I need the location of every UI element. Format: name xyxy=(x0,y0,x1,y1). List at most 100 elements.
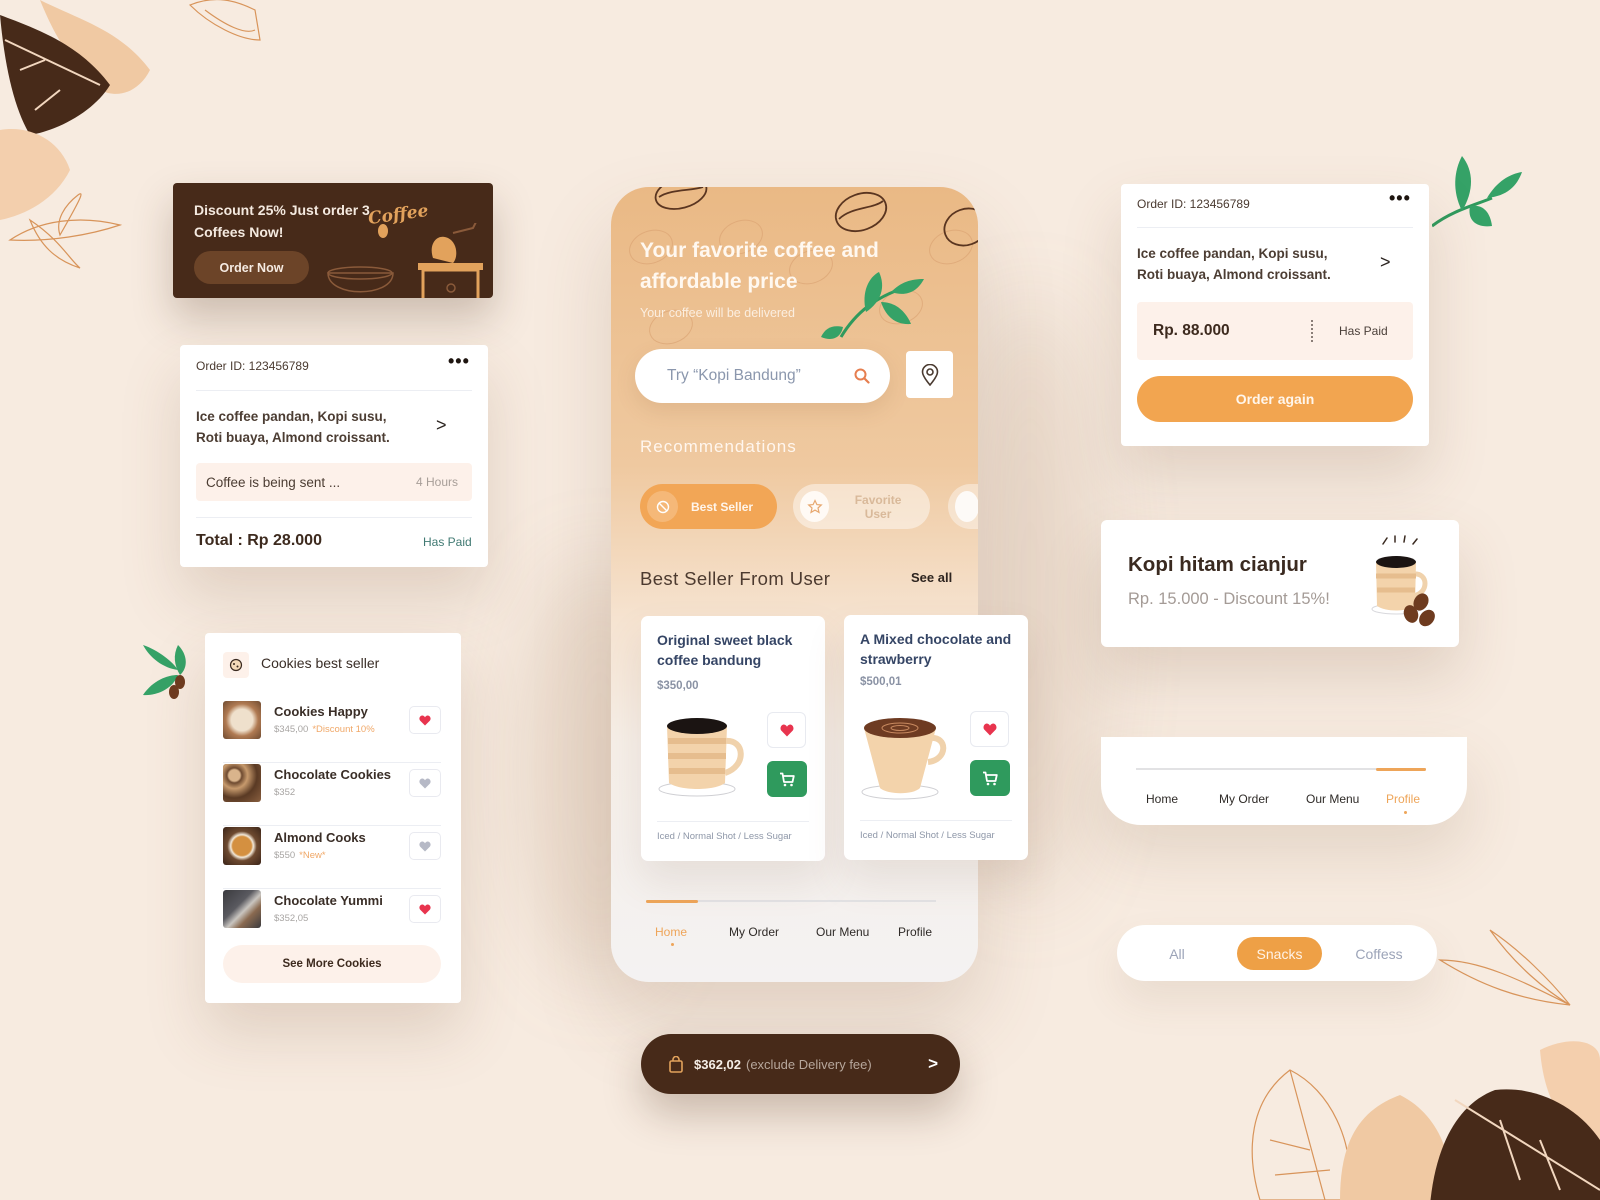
cookie-price: $345,00 *Discount 10% xyxy=(274,724,375,735)
divider xyxy=(196,390,472,391)
nav-progress-fill xyxy=(646,899,698,903)
cookie-list-item[interactable]: Almond Cooks $550 *New* xyxy=(223,827,441,889)
price-value: $352,05 xyxy=(274,913,309,924)
heart-icon xyxy=(419,778,431,788)
favorite-button[interactable] xyxy=(767,712,806,748)
search-icon[interactable] xyxy=(854,368,870,384)
segment-coffess[interactable]: Coffess xyxy=(1339,937,1419,970)
cookie-name: Cookies Happy xyxy=(274,704,368,719)
product-options: Iced / Normal Shot / Less Sugar xyxy=(657,831,792,842)
order-again-button[interactable]: Order again xyxy=(1137,376,1413,422)
nav-our-menu[interactable]: Our Menu xyxy=(816,925,869,939)
chevron-right-icon: > xyxy=(928,1054,938,1073)
more-dots-icon[interactable]: ••• xyxy=(1389,188,1411,209)
order-now-button[interactable]: Order Now xyxy=(194,251,309,284)
cookies-best-seller-card: Cookies best seller Cookies Happy $345,0… xyxy=(205,633,461,1003)
green-leaf-decoration xyxy=(1432,156,1522,228)
green-leaf-coffee-decoration xyxy=(143,645,186,699)
add-to-cart-button[interactable] xyxy=(767,761,807,797)
promo-banner: Discount 25% Just order 3 Coffees Now! O… xyxy=(173,183,493,298)
cookie-list-item[interactable]: Chocolate Cookies $352 xyxy=(223,764,441,826)
cookie-thumbnail xyxy=(223,890,261,928)
product-card[interactable]: A Mixed chocolate and strawberry $500,01… xyxy=(844,615,1028,860)
best-seller-title: Best Seller From User xyxy=(640,568,831,589)
search-bar[interactable] xyxy=(635,349,890,403)
heart-icon xyxy=(780,724,793,736)
see-all-link[interactable]: See all xyxy=(911,570,952,585)
nav-progress-track xyxy=(1136,767,1426,771)
product-price: $350,00 xyxy=(657,680,699,692)
hero-subtitle: Your coffee will be delivered xyxy=(640,306,795,320)
cookies-card-title: Cookies best seller xyxy=(261,655,380,671)
category-segment-control: All Snacks Coffess xyxy=(1117,925,1437,981)
nav-my-order[interactable]: My Order xyxy=(1219,792,1269,806)
product-name: A Mixed chocolate and strawberry xyxy=(860,631,1012,667)
divider xyxy=(657,821,809,822)
star-icon xyxy=(800,491,830,522)
cookie-price: $550 *New* xyxy=(274,850,326,861)
cookie-list-item[interactable]: Cookies Happy $345,00 *Discount 10% xyxy=(223,701,441,763)
order-card: Order ID: 123456789 ••• Ice coffee panda… xyxy=(180,345,488,567)
order-items: Ice coffee pandan, Kopi susu, Roti buaya… xyxy=(196,409,390,445)
coffee-bean-icon xyxy=(647,491,678,522)
heart-icon xyxy=(983,723,996,735)
segment-all[interactable]: All xyxy=(1142,937,1212,970)
segment-snacks[interactable]: Snacks xyxy=(1237,937,1322,970)
divider xyxy=(860,820,1012,821)
cookie-list-item[interactable]: Chocolate Yummi $352,05 xyxy=(223,890,441,952)
chip-label: Best Seller xyxy=(691,499,754,514)
status-time: 4 Hours xyxy=(415,475,458,489)
heart-icon xyxy=(419,904,431,914)
nav-home[interactable]: Home xyxy=(655,925,687,939)
nav-progress-fill xyxy=(1376,767,1426,771)
checkout-bar[interactable]: $362,02 (exclude Delivery fee) > xyxy=(641,1034,960,1094)
divider xyxy=(223,888,441,889)
chip-best-seller[interactable]: Best Seller xyxy=(640,484,777,529)
nav-my-order[interactable]: My Order xyxy=(729,925,779,939)
coffee-mug-beans-illustration xyxy=(1371,535,1435,627)
nav-home[interactable]: Home xyxy=(1146,792,1178,806)
nav-our-menu[interactable]: Our Menu xyxy=(1306,792,1359,806)
product-card[interactable]: Original sweet black coffee bandung $350… xyxy=(641,616,825,861)
see-more-cookies-button[interactable]: See More Cookies xyxy=(223,945,441,983)
cart-icon xyxy=(983,771,998,785)
favorite-button[interactable] xyxy=(970,711,1009,747)
favorite-button[interactable] xyxy=(409,706,441,734)
order-id: Order ID: 123456789 xyxy=(1137,197,1250,211)
chevron-right-icon[interactable]: > xyxy=(1380,252,1391,273)
nav-profile[interactable]: Profile xyxy=(1386,792,1420,806)
status-text: Coffee is being sent ... xyxy=(206,474,341,490)
chip-icon xyxy=(955,491,978,522)
chip-favorite-user[interactable]: Favorite User xyxy=(793,484,930,529)
heart-icon xyxy=(419,715,431,725)
favorite-button[interactable] xyxy=(409,832,441,860)
product-options: Iced / Normal Shot / Less Sugar xyxy=(860,830,995,841)
add-to-cart-button[interactable] xyxy=(970,760,1010,796)
cookie-icon xyxy=(223,652,249,678)
location-button[interactable] xyxy=(906,351,953,398)
cookie-name: Almond Cooks xyxy=(274,830,366,845)
favorite-button[interactable] xyxy=(409,895,441,923)
product-promo-card[interactable]: Kopi hitam cianjur Rp. 15.000 - Discount… xyxy=(1101,520,1459,647)
coffee-grinder-illustration xyxy=(327,223,483,298)
divider xyxy=(223,762,441,763)
chevron-right-icon[interactable]: > xyxy=(436,415,447,436)
bottom-nav-card: Home My Order Our Menu Profile xyxy=(1101,737,1467,825)
search-input[interactable] xyxy=(667,367,837,385)
more-dots-icon[interactable]: ••• xyxy=(448,351,470,372)
cookie-thumbnail xyxy=(223,764,261,802)
favorite-button[interactable] xyxy=(409,769,441,797)
price-value: $352 xyxy=(274,787,296,798)
cookie-thumbnail xyxy=(223,701,261,739)
order-id: Order ID: 123456789 xyxy=(196,359,309,373)
chip-more[interactable] xyxy=(948,484,978,529)
promo-product-title: Kopi hitam cianjur xyxy=(1128,553,1307,576)
order-items: Ice coffee pandan, Kopi susu, Roti buaya… xyxy=(1137,246,1331,282)
heart-icon xyxy=(419,841,431,851)
order-amount: Rp. 88.000 xyxy=(1153,322,1230,339)
nav-profile[interactable]: Profile xyxy=(898,925,932,939)
payment-summary: Rp. 88.000 Has Paid xyxy=(1137,302,1413,360)
order-total: Total : Rp 28.000 xyxy=(196,532,322,549)
cookie-note: *Discount 10% xyxy=(312,724,375,735)
product-price: $500,01 xyxy=(860,676,902,688)
